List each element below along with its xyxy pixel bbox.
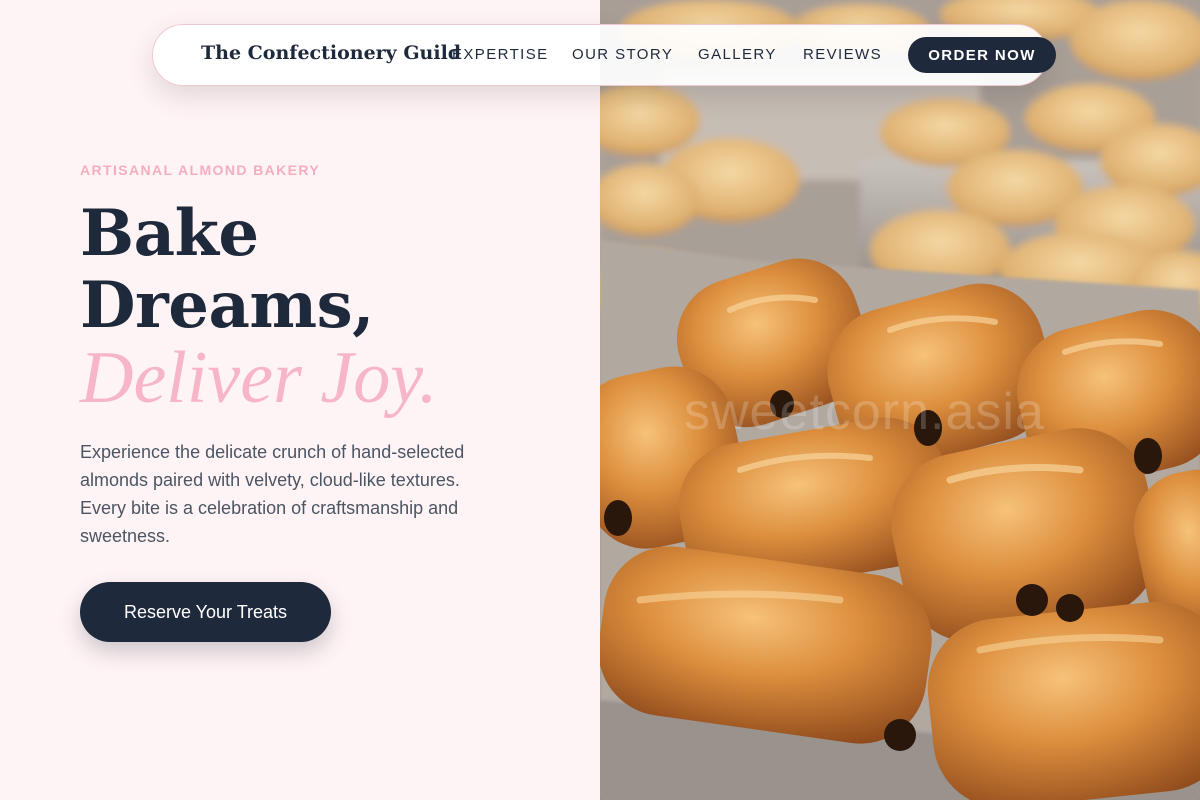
hero-headline: Bake Dreams, Deliver Joy. xyxy=(80,196,438,419)
brand-logo[interactable]: The Confectionery Guild xyxy=(201,42,461,64)
hero-eyebrow: ARTISANAL ALMOND BAKERY xyxy=(80,162,321,178)
nav-link-our-story[interactable]: OUR STORY xyxy=(572,46,673,63)
nav-link-gallery[interactable]: GALLERY xyxy=(698,46,777,63)
hero-photo: sweetcorn.asia xyxy=(600,0,1200,800)
headline-line-1: Bake xyxy=(80,196,259,271)
hero-description: Experience the delicate crunch of hand-s… xyxy=(80,442,465,546)
nav-link-reviews[interactable]: REVIEWS xyxy=(803,46,882,63)
hero-section: ARTISANAL ALMOND BAKERY Bake Dreams, Del… xyxy=(0,0,600,800)
order-now-button[interactable]: ORDER NOW xyxy=(908,37,1056,73)
reserve-treats-button[interactable]: Reserve Your Treats xyxy=(80,582,331,642)
nav-link-expertise[interactable]: EXPERTISE xyxy=(452,46,549,63)
photo-watermark: sweetcorn.asia xyxy=(684,383,1045,441)
top-navigation: The Confectionery Guild EXPERTISE OUR ST… xyxy=(152,24,1056,86)
headline-line-2: Dreams, xyxy=(80,268,374,343)
headline-accent: Deliver Joy. xyxy=(80,337,438,419)
